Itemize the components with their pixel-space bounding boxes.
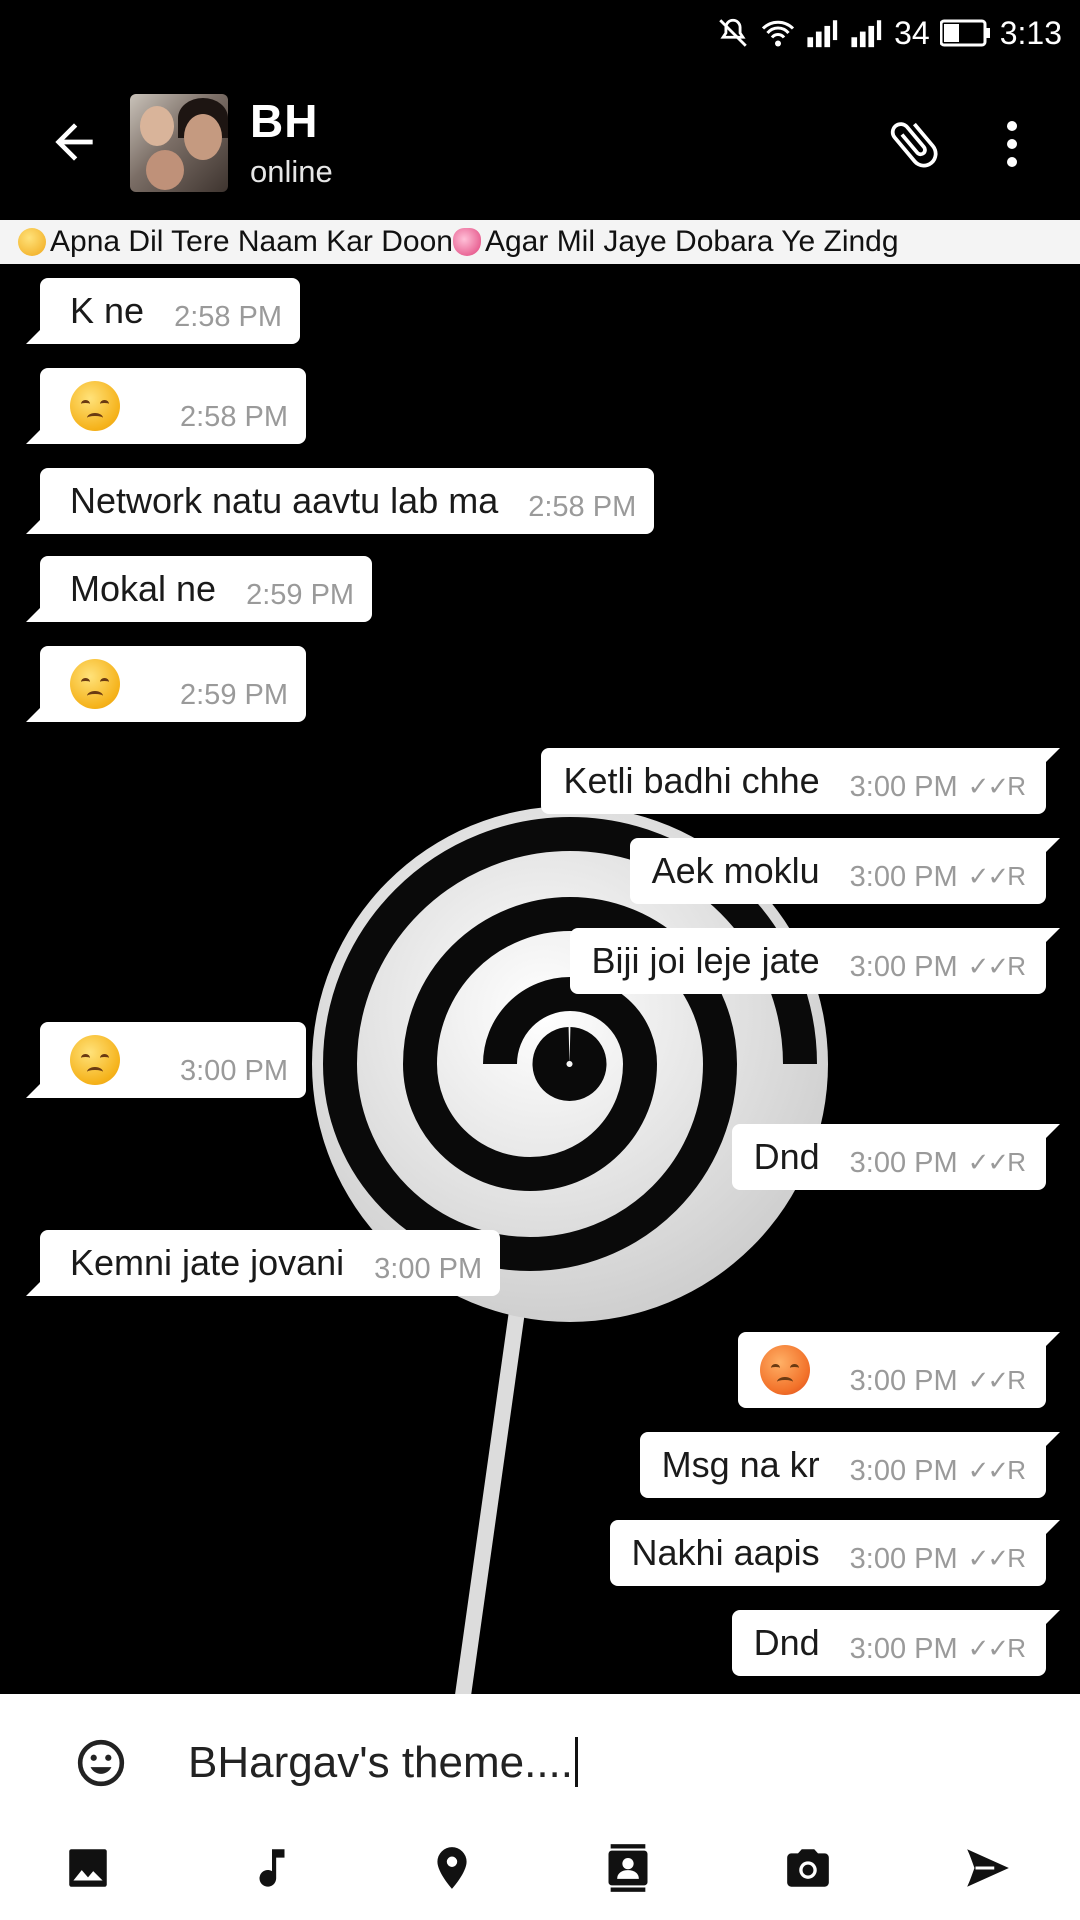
wifi-icon [760,17,796,49]
message-incoming[interactable]: Kemni jate jovani 3:00 PM [25,1230,501,1296]
marquee-text: Apna Dil Tere Naam Kar Doon [50,225,453,258]
send-icon[interactable] [960,1840,1016,1896]
image-icon[interactable] [60,1840,116,1896]
camera-icon[interactable] [780,1840,836,1896]
message-outgoing[interactable]: Nakhi aapis 3:00 PM ✓✓R [609,1520,1061,1586]
message-incoming[interactable]: K ne 2:58 PM [25,278,301,344]
status-bar: 34 3:13 [0,0,1080,66]
status-marquee: Apna Dil Tere Naam Kar Doon Agar Mil Jaye… [0,220,1080,264]
chat-header: BH online [0,66,1080,218]
mute-icon [716,16,750,50]
attachment-toolbar [0,1834,1080,1904]
battery-icon [939,19,990,47]
pensive-face-icon [70,659,120,709]
battery-level: 34 [894,14,930,51]
contact-name[interactable]: BH [250,94,318,148]
composer: BHargav's theme.... [0,1694,1080,1920]
message-outgoing[interactable]: Dnd 3:00 PM ✓✓R [731,1124,1061,1190]
music-icon[interactable] [244,1840,300,1896]
message-outgoing[interactable]: Ketli badhi chhe 3:00 PM ✓✓R [541,748,1060,814]
clock: 3:13 [999,14,1062,51]
message-outgoing[interactable]: Dnd 3:00 PM ✓✓R [731,1610,1061,1676]
more-options-icon[interactable] [990,114,1034,174]
heart-eyes-emoji-icon [18,228,46,256]
text-caret [575,1737,578,1787]
message-incoming[interactable]: Network natu aavtu lab ma 2:58 PM [25,468,655,534]
chat-area[interactable]: K ne 2:58 PM 2:58 PM Network natu aavtu … [0,264,1080,1694]
message-incoming[interactable]: 3:00 PM [26,1022,306,1098]
location-icon[interactable] [424,1840,480,1896]
message-outgoing[interactable]: 3:00 PM ✓✓R [737,1332,1061,1408]
attach-clip-icon[interactable] [884,114,944,174]
back-arrow-icon[interactable] [46,114,102,170]
marquee-text-2: Agar Mil Jaye Dobara Ye Zindg [484,225,899,258]
signal-icon-2 [850,18,884,48]
message-incoming[interactable]: Mokal ne 2:59 PM [25,556,373,622]
message-incoming[interactable]: 2:59 PM [26,646,306,722]
disappointed-face-icon [70,1035,120,1085]
contact-icon[interactable] [600,1840,656,1896]
signal-icon [806,18,840,48]
avatar[interactable] [130,94,228,192]
message-input[interactable]: BHargav's theme.... [188,1730,1008,1796]
message-incoming[interactable]: 2:58 PM [26,368,306,444]
angry-face-icon [759,1345,810,1395]
heart-emoji-icon [452,228,481,256]
message-outgoing[interactable]: Msg na kr 3:00 PM ✓✓R [639,1432,1061,1498]
presence-status: online [250,154,333,189]
disappointed-face-icon [70,381,120,431]
emoji-picker-icon[interactable] [76,1738,126,1788]
message-outgoing[interactable]: Aek moklu 3:00 PM ✓✓R [629,838,1061,904]
message-outgoing[interactable]: Biji joi leje jate 3:00 PM ✓✓R [569,928,1061,994]
